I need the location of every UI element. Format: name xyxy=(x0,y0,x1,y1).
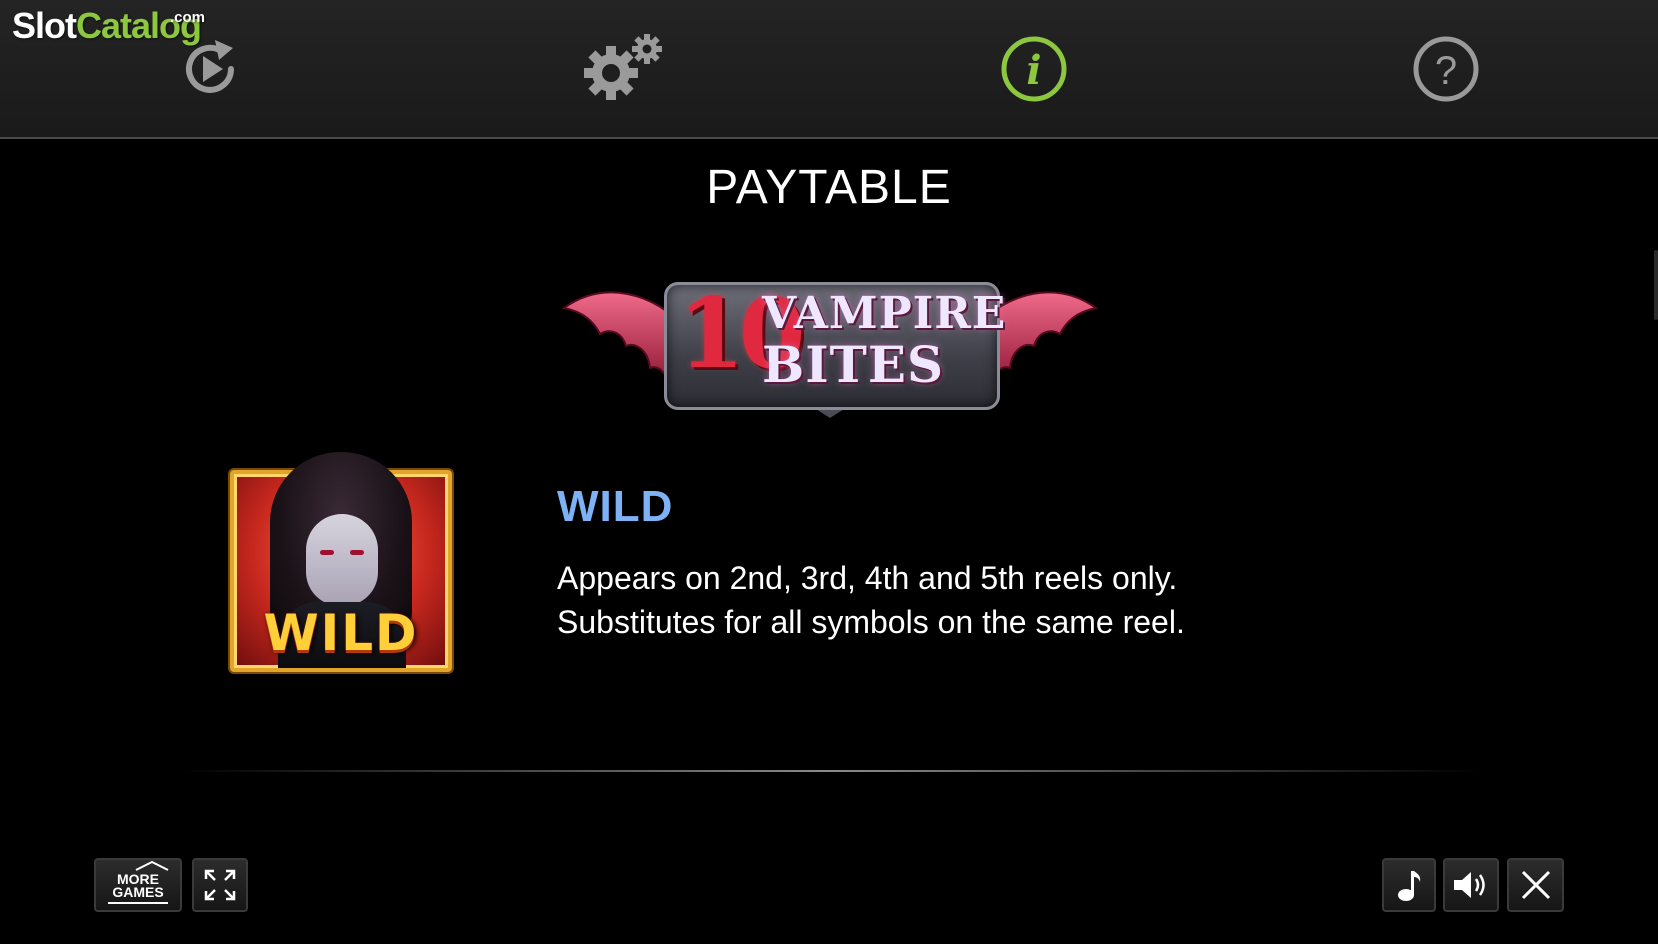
fullscreen-icon xyxy=(204,869,236,901)
description-line-1: Appears on 2nd, 3rd, 4th and 5th reels o… xyxy=(557,560,1178,596)
logo-line2: BITES xyxy=(762,335,945,394)
description-line-2: Substitutes for all symbols on the same … xyxy=(557,604,1185,640)
vampire-eye-right xyxy=(350,550,364,555)
page-title: PAYTABLE xyxy=(706,161,952,214)
watermark-suffix: .com xyxy=(170,9,206,26)
slotcatalog-watermark: SlotCatalog .com xyxy=(12,5,205,46)
more-games-button[interactable]: MORE GAMES xyxy=(94,858,182,912)
help-button[interactable]: ? xyxy=(1411,34,1481,104)
close-icon xyxy=(1521,870,1550,900)
top-menu-bar: SlotCatalog .com i ? xyxy=(0,0,1658,139)
speaker-icon xyxy=(1454,872,1485,898)
music-button[interactable] xyxy=(1382,858,1436,912)
more-games-underline xyxy=(108,901,168,904)
music-note-icon xyxy=(1398,871,1421,901)
gears-icon xyxy=(584,34,662,100)
wild-symbol: WILD xyxy=(230,452,452,672)
sound-button[interactable] xyxy=(1443,858,1499,912)
vampire-eye-left xyxy=(320,550,334,555)
watermark-part1: Slot xyxy=(12,5,77,46)
fullscreen-button[interactable] xyxy=(192,858,248,912)
wild-symbol-label: WILD xyxy=(263,604,419,662)
info-button[interactable]: i xyxy=(999,34,1069,104)
svg-text:i: i xyxy=(1026,47,1041,94)
section-divider xyxy=(180,770,1480,772)
logo-line1: VAMPIRE xyxy=(762,288,1007,339)
question-icon: ? xyxy=(1413,36,1479,102)
scroll-indicator[interactable] xyxy=(1654,250,1658,320)
info-icon: i xyxy=(1001,36,1067,102)
settings-button[interactable] xyxy=(581,34,671,104)
symbol-description: Appears on 2nd, 3rd, 4th and 5th reels o… xyxy=(557,556,1457,644)
home-roof-icon xyxy=(135,860,169,871)
vampire-face xyxy=(306,514,378,606)
svg-text:?: ? xyxy=(1435,49,1457,93)
close-button[interactable] xyxy=(1507,858,1564,912)
more-games-line2: GAMES xyxy=(112,883,164,900)
symbol-heading: WILD xyxy=(557,482,674,531)
game-logo: 10 VAMPIRE BITES xyxy=(560,272,1100,420)
more-games-label: MORE GAMES xyxy=(108,860,169,904)
